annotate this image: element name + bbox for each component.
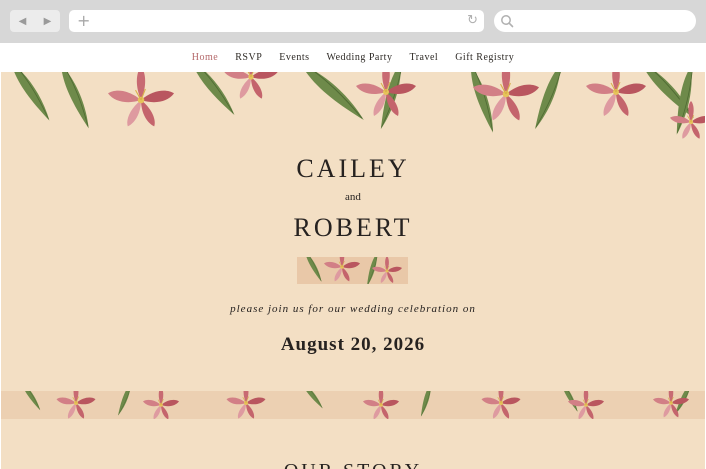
floral-border-top [8,72,705,140]
section-title-our-story: OUR STORY [1,460,705,469]
floral-divider [297,257,408,284]
nav-rsvp[interactable]: RSVP [235,52,262,63]
nav-home[interactable]: Home [192,52,218,63]
nav-events[interactable]: Events [279,52,309,63]
reload-icon[interactable]: ↻ [467,13,478,29]
forward-arrow-icon[interactable]: ▶ [35,10,60,32]
nav-gift-registry[interactable]: Gift Registry [455,52,514,63]
invitation-text: please join us for our wedding celebrati… [230,303,476,315]
search-bar[interactable] [494,10,696,32]
wedding-page: CAILEY and ROBERT please join us for our… [1,72,705,469]
partner-two-name: ROBERT [293,213,413,242]
wedding-date: August 20, 2026 [280,334,426,355]
plus-icon[interactable]: + [77,12,90,30]
browser-chrome: ◀ ▶ + ↻ [0,0,706,43]
nav-travel[interactable]: Travel [409,52,438,63]
nav-wedding-party[interactable]: Wedding Party [326,52,392,63]
search-icon [501,15,514,28]
site-navigation: Home RSVP Events Wedding Party Travel Gi… [1,43,705,72]
history-buttons: ◀ ▶ [10,10,60,32]
back-arrow-icon[interactable]: ◀ [10,10,35,32]
conjunction-text: and [345,191,361,203]
partner-one-name: CAILEY [296,154,410,183]
address-bar[interactable]: + ↻ [69,10,484,32]
floral-border-middle [1,391,705,419]
